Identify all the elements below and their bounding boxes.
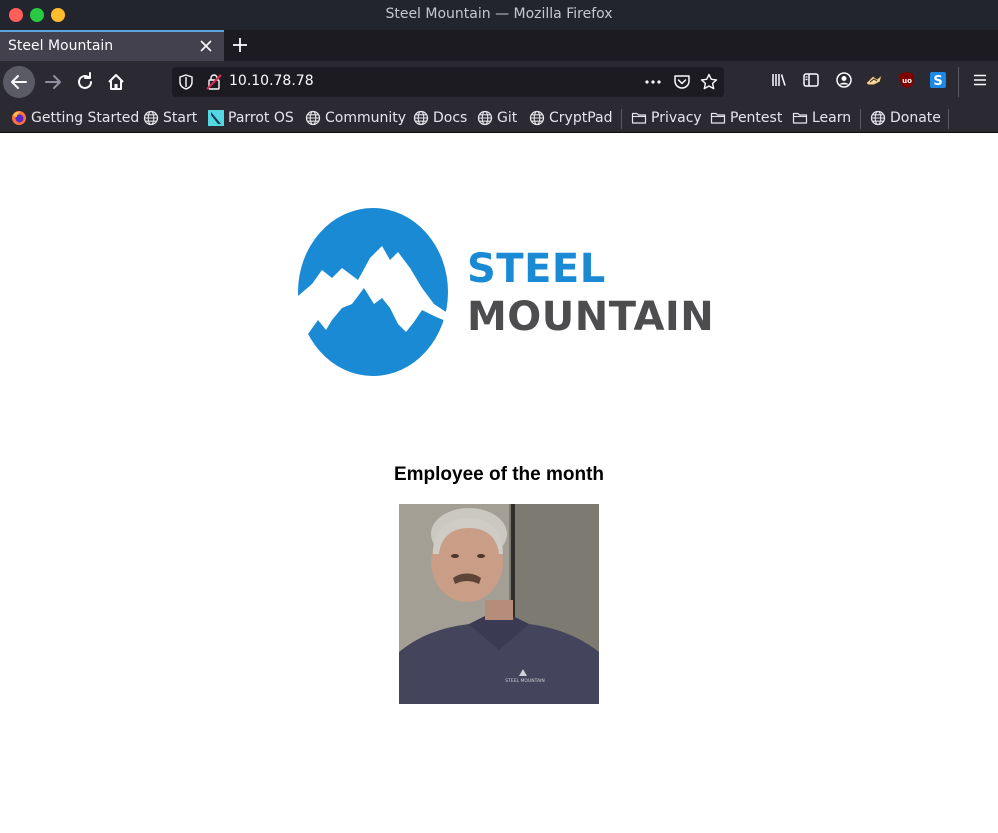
tab-label: Steel Mountain [8, 38, 114, 54]
bookmark-community[interactable]: Community [305, 108, 406, 128]
bookmark-label: Learn [812, 110, 852, 126]
window-titlebar: Steel Mountain — Mozilla Firefox [0, 0, 998, 30]
bookmark-label: Community [325, 110, 407, 126]
svg-text:uo: uo [902, 77, 912, 85]
tab-strip: Steel Mountain [0, 30, 998, 61]
bookmarks-toolbar: Getting Started Start Parrot OS Communit… [0, 103, 998, 133]
bookmark-donate[interactable]: Donate [870, 108, 941, 128]
bookmark-parrot-os[interactable]: Parrot OS [208, 108, 294, 128]
folder-icon [631, 112, 647, 124]
bookmark-label: Pentest [730, 110, 783, 126]
mountain-emblem-icon [298, 208, 448, 376]
globe-icon [870, 110, 886, 126]
globe-icon [477, 110, 493, 126]
bookmark-separator [948, 109, 949, 129]
bookmark-start[interactable]: Start [143, 108, 197, 128]
bookmark-label: Start [163, 110, 198, 126]
bookmark-label: Donate [890, 110, 941, 126]
employee-of-the-month-heading: Employee of the month [393, 464, 605, 485]
bookmark-cryptpad[interactable]: CryptPad [529, 108, 612, 128]
ublock-origin-icon[interactable]: uo [897, 70, 917, 90]
back-button[interactable] [3, 66, 35, 98]
svg-text:S: S [933, 74, 942, 89]
extension-icon[interactable] [864, 70, 884, 90]
bookmark-getting-started[interactable]: Getting Started [11, 108, 139, 128]
firefox-icon [12, 111, 26, 125]
bookmark-separator [621, 109, 622, 129]
pocket-icon[interactable] [672, 72, 692, 92]
extension-s-icon[interactable]: S [928, 70, 948, 90]
logo-text-mountain: MOUNTAIN [467, 294, 715, 340]
tab-steel-mountain[interactable]: Steel Mountain [0, 30, 224, 61]
window-title: Steel Mountain — Mozilla Firefox [385, 6, 613, 22]
bookmark-label: Git [497, 110, 518, 126]
sidebar-icon[interactable] [801, 70, 821, 90]
bookmark-folder-privacy[interactable]: Privacy [631, 108, 702, 128]
shield-icon[interactable] [176, 72, 196, 92]
account-icon[interactable] [834, 70, 854, 90]
bookmark-git[interactable]: Git [477, 108, 517, 128]
url-bar[interactable]: 10.10.78.78 [172, 67, 724, 97]
folder-icon [792, 112, 808, 124]
logo-text-steel: STEEL [467, 246, 606, 292]
menu-icon[interactable] [970, 70, 990, 90]
bookmark-star-icon[interactable] [699, 72, 719, 92]
globe-icon [305, 110, 321, 126]
navigation-toolbar: 10.10.78.78 uo S [0, 61, 998, 103]
bookmark-label: Docs [433, 110, 468, 126]
bookmark-label: Getting Started [31, 110, 140, 126]
reload-icon[interactable] [70, 67, 100, 97]
insecure-lock-icon[interactable] [204, 72, 224, 92]
new-tab-icon[interactable] [228, 33, 252, 57]
folder-icon [710, 112, 726, 124]
arrow-left-icon [11, 75, 27, 89]
bookmark-folder-pentest[interactable]: Pentest [710, 108, 782, 128]
bookmark-separator [860, 109, 861, 129]
bookmark-folder-learn[interactable]: Learn [792, 108, 851, 128]
forward-icon[interactable] [38, 67, 68, 97]
home-icon[interactable] [101, 67, 131, 97]
close-tab-icon[interactable] [196, 36, 216, 56]
employee-photo: STEEL MOUNTAIN [399, 504, 599, 704]
globe-icon [413, 110, 429, 126]
bookmark-docs[interactable]: Docs [413, 108, 467, 128]
url-text[interactable]: 10.10.78.78 [229, 73, 314, 89]
steel-mountain-logo: STEEL MOUNTAIN [298, 208, 714, 378]
library-icon[interactable] [769, 70, 789, 90]
parrot-icon [208, 110, 224, 126]
globe-icon [529, 110, 545, 126]
bookmark-label: Privacy [651, 110, 702, 126]
globe-icon [143, 110, 159, 126]
toolbar-separator [958, 67, 959, 97]
bookmark-label: CryptPad [549, 110, 613, 126]
bookmark-label: Parrot OS [228, 110, 294, 126]
shirt-logo-text: STEEL MOUNTAIN [505, 678, 545, 684]
more-actions-icon[interactable] [643, 72, 663, 92]
page-content: STEEL MOUNTAIN Employee of the month STE… [0, 134, 998, 833]
